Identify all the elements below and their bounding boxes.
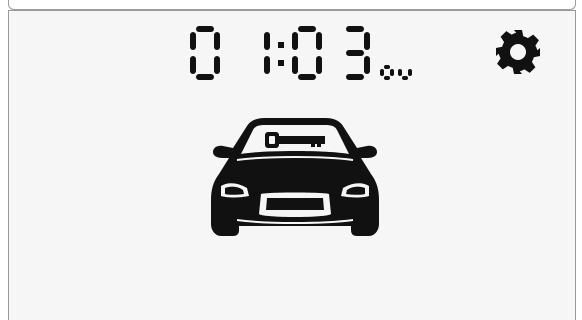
car-icon-svg [211,118,379,236]
segment-b [364,32,370,50]
segment-a [346,26,364,32]
clock-digits [190,26,412,80]
segment-g [346,50,364,56]
segment-d [298,74,316,80]
segment-c [214,56,220,74]
segment-c [316,56,322,74]
segment-b [264,32,270,50]
clock-digit-minute-tens [292,26,322,80]
segment-b [214,32,220,50]
segment-c [390,69,394,76]
top-bezel-inner [8,0,576,10]
segment-e [292,56,298,74]
clock-digit-hour-ones [264,32,270,74]
segment-f [292,32,298,50]
segment-g [384,65,390,69]
segment-d [384,76,390,80]
segment-e [380,69,384,76]
top-bezel [0,0,582,10]
segment-d [196,74,214,80]
segment-c [264,56,270,74]
clock-colon-dot [278,42,284,48]
clock-digit-hour-tens [190,26,220,80]
segment-c [364,56,370,74]
clock-display: 01:03OU [180,22,470,84]
segment-a [196,26,214,32]
clock-suffix-2 [398,69,412,80]
segment-f [190,32,196,50]
gear-icon-svg [496,30,540,74]
clock-colon-dot [278,60,284,66]
segment-d [402,76,408,80]
segment-b [316,32,322,50]
gear-icon[interactable] [494,28,542,76]
segment-c [408,69,412,76]
clock-digit-minute-ones [346,26,370,80]
clock-suffix-1 [380,65,394,80]
segment-a [298,26,316,32]
segment-e [190,56,196,74]
segment-d [346,74,364,80]
car-icon [207,116,383,242]
segment-e [398,69,402,76]
